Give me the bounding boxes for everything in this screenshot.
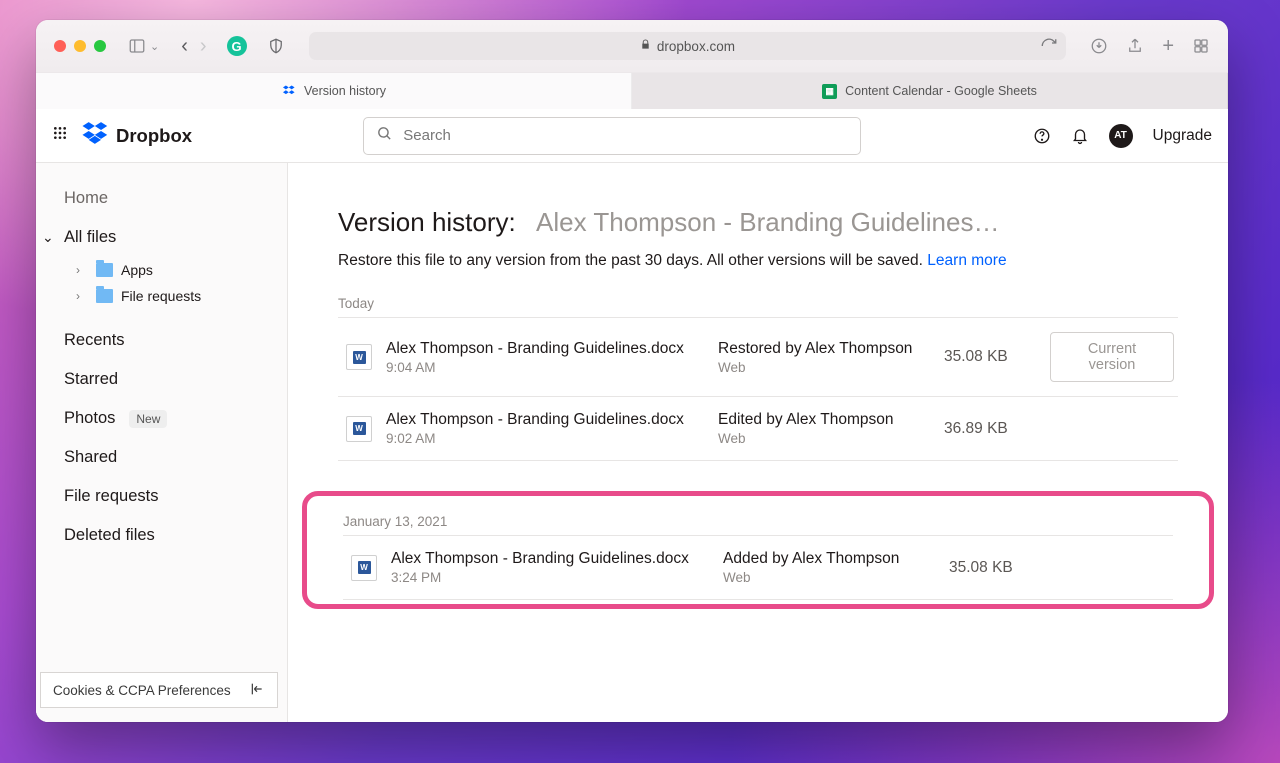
page-subtitle: Restore this file to any version from th… <box>338 252 1178 270</box>
cookie-preferences-bar[interactable]: Cookies & CCPA Preferences <box>40 672 278 708</box>
sidebar-item-file-requests[interactable]: File requests <box>36 477 287 516</box>
back-button[interactable]: ‹ <box>181 35 188 58</box>
highlighted-section: January 13, 2021 Alex Thompson - Brandin… <box>302 491 1214 609</box>
sidebar-item-shared[interactable]: Shared <box>36 438 287 477</box>
fullscreen-window-button[interactable] <box>94 40 106 52</box>
tab-label: Version history <box>304 84 386 98</box>
search-input[interactable]: Search <box>363 117 861 155</box>
sidebar-item-starred[interactable]: Starred <box>36 360 287 399</box>
collapse-sidebar-icon[interactable] <box>249 681 265 700</box>
new-tab-icon[interactable]: + <box>1162 35 1174 58</box>
tab-version-history[interactable]: Version history <box>36 73 632 109</box>
chevron-right-icon: › <box>76 289 88 303</box>
sheets-favicon-icon: ▦ <box>822 84 837 99</box>
help-icon[interactable] <box>1033 127 1051 145</box>
learn-more-link[interactable]: Learn more <box>927 252 1006 269</box>
notifications-icon[interactable] <box>1071 127 1089 145</box>
browser-tabs: Version history ▦ Content Calendar - Goo… <box>36 73 1228 109</box>
tab-overview-icon[interactable] <box>1192 35 1210 58</box>
sidebar-item-recents[interactable]: Recents <box>36 321 287 360</box>
dropbox-favicon-icon <box>281 84 296 99</box>
main-content: Version history: Alex Thompson - Brandin… <box>288 163 1228 722</box>
sidebar: Home ⌄ All files › Apps › File requests … <box>36 163 288 722</box>
sidebar-item-deleted[interactable]: Deleted files <box>36 516 287 555</box>
dropbox-app: Dropbox Search AT Upgrade <box>36 109 1228 722</box>
chevron-right-icon: › <box>76 263 88 277</box>
folder-icon <box>96 289 113 303</box>
version-list-today: Alex Thompson - Branding Guidelines.docx… <box>338 317 1178 461</box>
url-text: dropbox.com <box>657 39 735 54</box>
minimize-window-button[interactable] <box>74 40 86 52</box>
tab-content-calendar[interactable]: ▦ Content Calendar - Google Sheets <box>632 73 1228 109</box>
window-controls <box>54 40 106 52</box>
search-icon <box>376 125 393 146</box>
chevron-down-icon[interactable]: ⌄ <box>150 40 159 53</box>
dropbox-logo-icon <box>82 122 108 149</box>
current-version-button[interactable]: Current version <box>1050 332 1174 382</box>
sidebar-tree-apps[interactable]: › Apps <box>36 257 287 283</box>
word-doc-icon <box>346 344 372 370</box>
tab-label: Content Calendar - Google Sheets <box>845 84 1037 98</box>
sidebar-item-all-files[interactable]: ⌄ All files <box>36 218 287 257</box>
upgrade-link[interactable]: Upgrade <box>1153 127 1212 145</box>
word-doc-icon <box>351 555 377 581</box>
search-placeholder: Search <box>403 127 451 144</box>
app-switcher-icon[interactable] <box>52 125 68 146</box>
dropbox-logo[interactable]: Dropbox <box>82 122 192 149</box>
lock-icon <box>640 39 651 53</box>
version-list-jan13: Alex Thompson - Branding Guidelines.docx… <box>343 535 1173 600</box>
privacy-shield-icon[interactable] <box>267 37 285 55</box>
sidebar-item-home[interactable]: Home <box>36 179 287 218</box>
sidebar-tree-file-requests[interactable]: › File requests <box>36 283 287 309</box>
reload-icon[interactable] <box>1040 37 1058 55</box>
close-window-button[interactable] <box>54 40 66 52</box>
sidebar-item-photos[interactable]: Photos New <box>36 399 287 438</box>
avatar[interactable]: AT <box>1109 124 1133 148</box>
version-row[interactable]: Alex Thompson - Branding Guidelines.docx… <box>343 536 1173 600</box>
chevron-down-icon: ⌄ <box>42 229 54 246</box>
word-doc-icon <box>346 416 372 442</box>
section-label-today: Today <box>338 296 1178 311</box>
address-bar[interactable]: dropbox.com <box>309 32 1067 60</box>
browser-toolbar: ⌄ ‹ › G dropbox.com + <box>36 20 1228 73</box>
app-topbar: Dropbox Search AT Upgrade <box>36 109 1228 163</box>
forward-button[interactable]: › <box>200 35 207 58</box>
safari-window: ⌄ ‹ › G dropbox.com + <box>36 20 1228 722</box>
grammarly-extension-icon[interactable]: G <box>227 36 247 56</box>
new-badge: New <box>129 410 167 428</box>
share-icon[interactable] <box>1126 35 1144 58</box>
section-label-jan13: January 13, 2021 <box>343 514 1173 529</box>
version-row[interactable]: Alex Thompson - Branding Guidelines.docx… <box>338 318 1178 397</box>
page-title: Version history: Alex Thompson - Brandin… <box>338 207 1178 238</box>
folder-icon <box>96 263 113 277</box>
version-row[interactable]: Alex Thompson - Branding Guidelines.docx… <box>338 397 1178 461</box>
brand-name: Dropbox <box>116 125 192 147</box>
downloads-icon[interactable] <box>1090 35 1108 58</box>
sidebar-toggle-icon[interactable] <box>128 37 146 55</box>
